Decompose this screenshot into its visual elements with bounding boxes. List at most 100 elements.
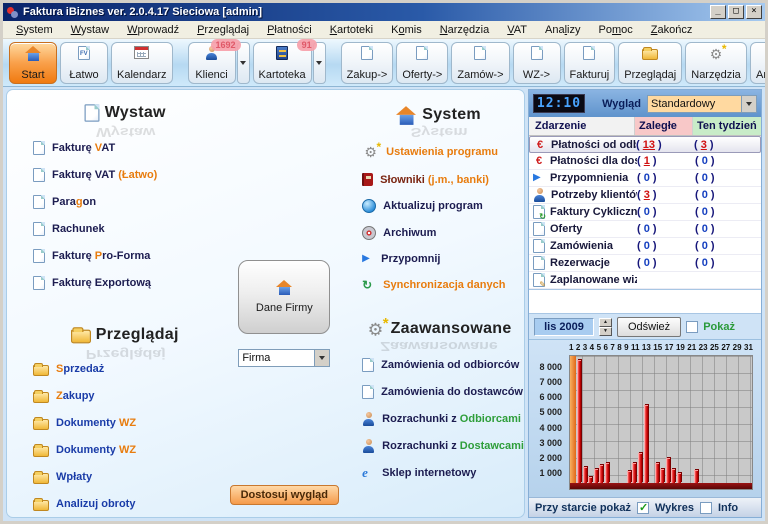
wykres-checkbox[interactable] <box>637 502 649 514</box>
x-tick-label: 13 <box>642 343 651 352</box>
chart-controls: lis 2009 ▲▼ Odśwież Pokaż <box>529 314 761 339</box>
link-wpłaty[interactable]: Wpłaty <box>33 470 226 484</box>
column-header-zdarzenie[interactable]: Zdarzenie <box>529 117 635 135</box>
toolbar-button-oferty[interactable]: Oferty-> <box>396 42 448 84</box>
event-label: Zaplanowane wizyty <box>550 274 637 286</box>
doc-icon <box>33 141 45 155</box>
ten-tydzien-count: ( 3 ) <box>694 139 758 151</box>
link-ustawienia-programu[interactable]: Ustawienia programu <box>362 144 524 160</box>
y-tick-label: 8 000 <box>539 362 562 372</box>
event-row-zaplanowane-wizyty[interactable]: Zaplanowane wizyty <box>529 272 761 289</box>
spinner-down-icon[interactable]: ▼ <box>599 327 612 336</box>
event-row-zamówienia[interactable]: Zamówienia( 0 )( 0 ) <box>529 238 761 255</box>
toolbar-button-kartoteka[interactable]: Kartoteka91 <box>253 42 312 84</box>
toolbar-button-kalendarz[interactable]: Kalendarz <box>111 42 173 84</box>
link-słowniki-j-m-banki[interactable]: Słowniki (j.m., banki) <box>362 173 524 186</box>
event-label: Płatności dla dostawcy <box>550 155 637 167</box>
toolbar-button-label: Zamów-> <box>457 69 503 81</box>
event-row-płatności-dla-dostawcy[interactable]: Płatności dla dostawcy( 1 )( 0 ) <box>529 153 761 170</box>
link-sklep-internetowy[interactable]: Sklep internetowy <box>362 466 524 479</box>
toolbar-button-narzędzia[interactable]: Narzędzia <box>685 42 747 84</box>
wyglad-select[interactable]: Standardowy <box>647 95 757 113</box>
gears-icon <box>364 319 385 339</box>
link-label: Rachunek <box>52 223 105 235</box>
link-paragon[interactable]: Paragon <box>33 195 226 209</box>
gears-icon <box>708 46 725 62</box>
link-aktualizuj-program[interactable]: Aktualizuj program <box>362 199 524 213</box>
chevron-down-icon[interactable] <box>314 350 329 366</box>
firma-select-value: Firma <box>239 352 314 364</box>
toolbar-button-klienci[interactable]: Klienci1692 <box>188 42 236 84</box>
link-fakturę-vat[interactable]: Fakturę VAT <box>33 141 226 155</box>
menu-item-wprowadź[interactable]: Wprowadź <box>118 23 188 37</box>
events-table-body: Płatności od odbiorcy( 13 )( 3 )Płatnośc… <box>529 136 761 289</box>
link-rozrachunki-z-dostawcami[interactable]: Rozrachunki z Dostawcami <box>362 439 524 453</box>
link-rachunek[interactable]: Rachunek <box>33 222 226 236</box>
menu-item-zakończ[interactable]: Zakończ <box>642 23 702 37</box>
menu-item-komis[interactable]: Komis <box>382 23 431 37</box>
link-zakupy[interactable]: Zakupy <box>33 389 226 403</box>
firma-select[interactable]: Firma <box>238 349 330 367</box>
event-label: Przypomnienia <box>550 172 637 184</box>
event-row-oferty[interactable]: Oferty( 0 )( 0 ) <box>529 221 761 238</box>
link-fakturę-vat-łatwo[interactable]: Fakturę VAT (Łatwo) <box>33 168 226 182</box>
menu-item-narzędzia[interactable]: Narzędzia <box>431 23 499 37</box>
link-fakturę-pro-forma[interactable]: Fakturę Pro-Forma <box>33 249 226 263</box>
pokaz-checkbox[interactable] <box>686 321 698 333</box>
menu-item-vat[interactable]: VAT <box>498 23 536 37</box>
chart-bar-day-18 <box>671 469 675 483</box>
link-zamówienia-od-odbiorców[interactable]: Zamówienia od odbiorców <box>362 358 524 372</box>
toolbar-button-zakup[interactable]: Zakup-> <box>341 42 394 84</box>
menu-item-wystaw[interactable]: Wystaw <box>62 23 118 37</box>
link-dokumenty-wz[interactable]: Dokumenty WZ <box>33 416 226 430</box>
menu-item-system[interactable]: System <box>7 23 62 37</box>
spinner-up-icon[interactable]: ▲ <box>599 318 612 327</box>
maximize-button[interactable]: □ <box>728 5 744 19</box>
menu-item-płatności[interactable]: Płatności <box>258 23 321 37</box>
start-panel: Wystaw Wystaw Fakturę VATFakturę VAT (Ła… <box>6 89 525 518</box>
column-header-zalegle[interactable]: Zaległe <box>635 117 693 135</box>
event-row-faktury-cykliczne[interactable]: Faktury Cykliczne( 0 )( 0 ) <box>529 204 761 221</box>
link-label: Analizuj obroty <box>56 498 135 510</box>
link-fakturę-exportową[interactable]: Fakturę Exportową <box>33 276 226 290</box>
link-rozrachunki-z-odbiorcami[interactable]: Rozrachunki z Odbiorcami <box>362 412 524 426</box>
event-row-przypomnienia[interactable]: Przypomnienia( 0 )( 0 ) <box>529 170 761 187</box>
menu-item-kartoteki[interactable]: Kartoteki <box>321 23 382 37</box>
dostosuj-wyglad-button[interactable]: Dostosuj wygląd <box>230 485 339 505</box>
section-header-zaawansowane: Zaawansowane Zaawansowane <box>354 316 524 342</box>
menu-item-przeglądaj[interactable]: Przeglądaj <box>188 23 258 37</box>
link-analizuj-obroty[interactable]: Analizuj obroty <box>33 497 226 511</box>
toolbar-button-wz[interactable]: WZ-> <box>513 42 561 84</box>
refresh-button[interactable]: Odśwież <box>617 317 681 337</box>
toolbar-button-łatwo[interactable]: Łatwo <box>60 42 108 84</box>
link-sprzedaż[interactable]: Sprzedaż <box>33 362 226 376</box>
toolbar-button-start[interactable]: Start <box>9 42 57 84</box>
toolbar-button-analizy[interactable]: Analizy <box>750 42 768 84</box>
link-dokumenty-wz[interactable]: Dokumenty WZ <box>33 443 226 457</box>
menu-item-pomoc[interactable]: Pomoc <box>590 23 642 37</box>
chevron-down-icon[interactable] <box>741 96 756 112</box>
column-header-ten-tydzien[interactable]: Ten tydzień <box>693 117 761 135</box>
close-button[interactable]: × <box>746 5 762 19</box>
month-spinner-buttons[interactable]: ▲▼ <box>599 318 612 336</box>
link-zamówienia-do-dostawców[interactable]: Zamówienia do dostawców <box>362 385 524 399</box>
event-row-rezerwacje[interactable]: Rezerwacje( 0 )( 0 ) <box>529 255 761 272</box>
link-synchronizacja-danych[interactable]: Synchronizacja danych <box>362 278 524 292</box>
event-row-płatności-od-odbiorcy[interactable]: Płatności od odbiorcy( 13 )( 3 ) <box>529 136 761 153</box>
minimize-button[interactable]: _ <box>710 5 726 19</box>
event-row-potrzeby-klientów[interactable]: Potrzeby klientów( 3 )( 0 ) <box>529 187 761 204</box>
toolbar-button-zamów[interactable]: Zamów-> <box>451 42 509 84</box>
link-label: Sprzedaż <box>56 363 104 375</box>
link-archiwum[interactable]: Archiwum <box>362 226 524 240</box>
folder-icon <box>33 365 49 376</box>
dane-firmy-button[interactable]: Dane Firmy <box>238 260 330 334</box>
toolbar-group-oferty: Oferty-> <box>396 42 448 84</box>
toolbar-button-przeglądaj[interactable]: Przeglądaj <box>618 42 682 84</box>
toolbar-button-fakturuj[interactable]: Fakturuj <box>564 42 616 84</box>
link-przypomnij[interactable]: Przypomnij <box>362 253 524 265</box>
menu-item-analizy[interactable]: Analizy <box>536 23 589 37</box>
info-checkbox[interactable] <box>700 502 712 514</box>
chart-bar-day-19 <box>677 473 681 483</box>
x-tick-label: 21 <box>687 343 696 352</box>
month-spinner-value[interactable]: lis 2009 <box>534 318 594 336</box>
